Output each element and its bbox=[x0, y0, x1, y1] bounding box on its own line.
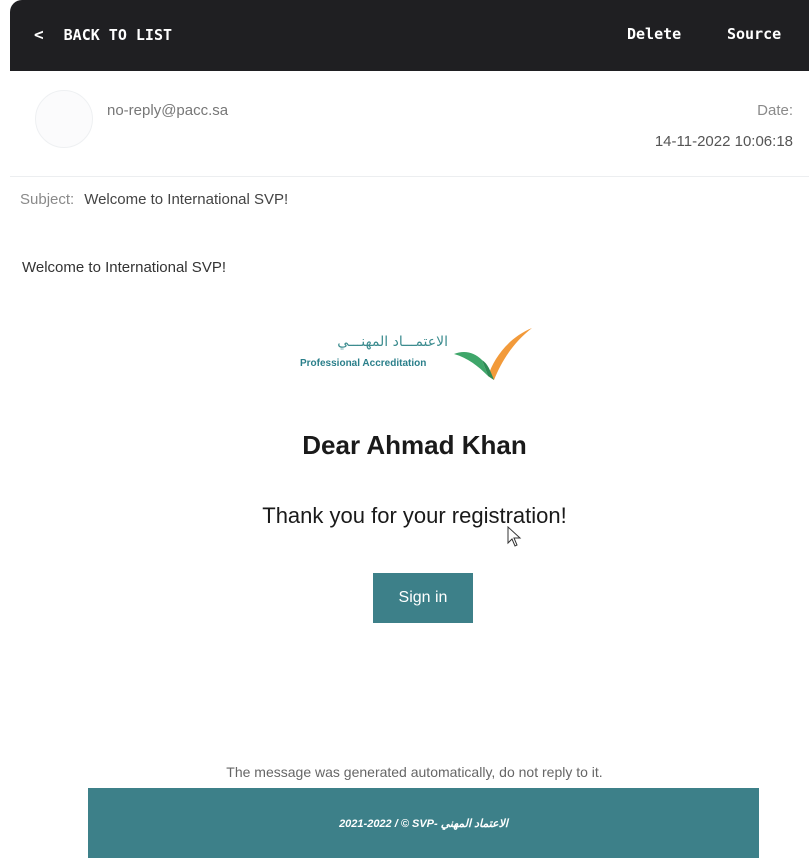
mouse-pointer-icon bbox=[507, 526, 522, 547]
avatar bbox=[35, 90, 93, 148]
logo-english-text: Professional Accreditation bbox=[300, 358, 427, 369]
date-label: Date: bbox=[757, 102, 793, 119]
date-value: 14-11-2022 10:06:18 bbox=[654, 133, 793, 150]
subject-line: Subject: Welcome to International SVP! bbox=[20, 191, 288, 208]
auto-generated-notice: The message was generated automatically,… bbox=[226, 764, 603, 780]
pacc-logo: الاعتمـــاد المهنـــي Professional Accre… bbox=[298, 326, 538, 382]
email-viewer: < BACK TO LIST Delete Source no-reply@pa… bbox=[10, 0, 809, 867]
subject-value: Welcome to International SVP! bbox=[84, 191, 289, 208]
message-preview-text: Welcome to International SVP! bbox=[22, 259, 226, 276]
delete-button[interactable]: Delete bbox=[627, 25, 681, 43]
subject-label: Subject: bbox=[20, 191, 75, 208]
chevron-left-icon: < bbox=[34, 25, 44, 44]
email-footer: 2021-2022 / © SVP- الاعتماد المهني bbox=[88, 788, 759, 858]
sender-address: no-reply@pacc.sa bbox=[107, 102, 229, 119]
accreditation-checkmark-icon bbox=[454, 328, 532, 380]
back-to-list-label: BACK TO LIST bbox=[63, 25, 173, 44]
top-toolbar: < BACK TO LIST Delete Source bbox=[10, 0, 809, 71]
back-to-list-button[interactable]: < BACK TO LIST bbox=[34, 25, 172, 44]
greeting-heading: Dear Ahmad Khan bbox=[302, 430, 527, 460]
logo-arabic-text: الاعتمـــاد المهنـــي bbox=[337, 334, 448, 350]
thank-you-text: Thank you for your registration! bbox=[262, 503, 567, 528]
sign-in-button[interactable]: Sign in bbox=[373, 573, 473, 623]
message-header: no-reply@pacc.sa Date: 14-11-2022 10:06:… bbox=[10, 71, 809, 177]
footer-copyright: 2021-2022 / © SVP- الاعتماد المهني bbox=[339, 817, 508, 830]
source-button[interactable]: Source bbox=[727, 25, 781, 43]
